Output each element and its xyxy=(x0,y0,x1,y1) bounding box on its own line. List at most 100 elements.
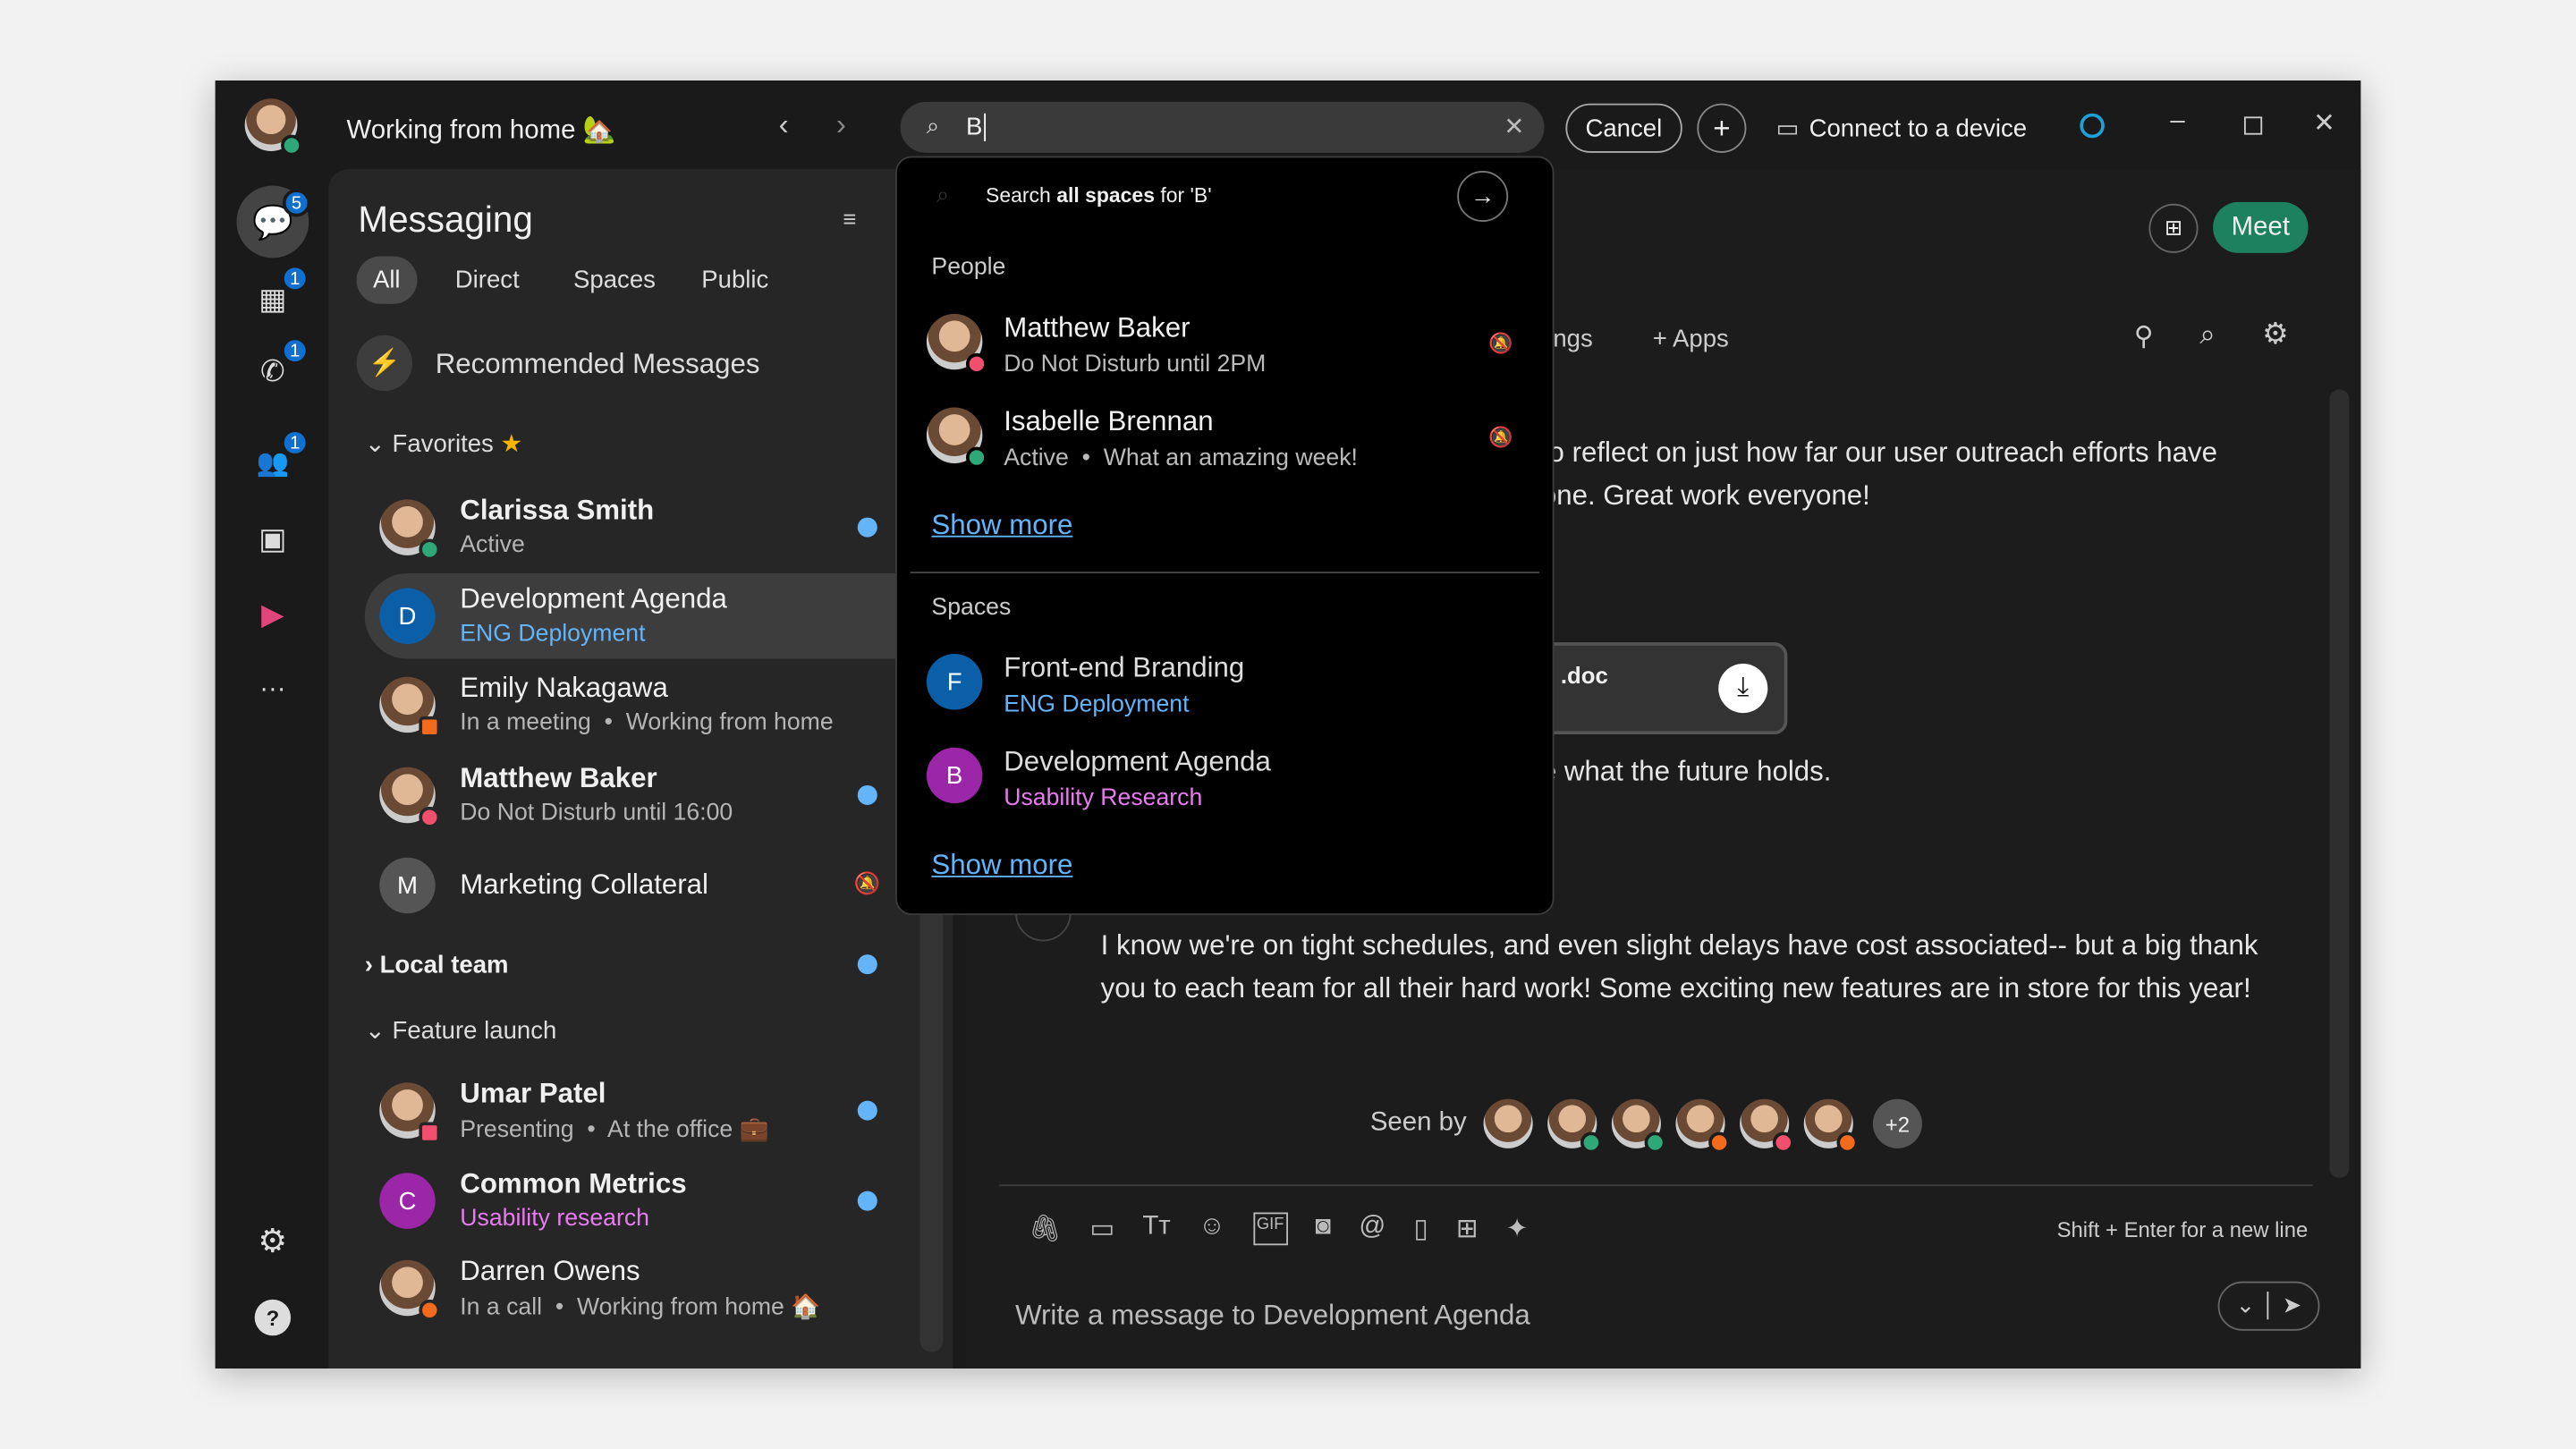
search-dropdown: ⌕ Search all spaces for 'B' → People Mat… xyxy=(895,156,1555,916)
attach-icon[interactable]: 🖇 xyxy=(1029,1213,1062,1246)
seen-avatar xyxy=(1547,1098,1602,1154)
star-icon: ★ xyxy=(500,430,523,459)
avatar xyxy=(926,313,987,375)
search-all-spaces[interactable]: ⌕ Search all spaces for 'B' → xyxy=(897,171,1555,230)
item-sub: In a meeting • Working from home xyxy=(460,709,834,736)
search-result-space[interactable]: B Development Agenda Usability Research xyxy=(897,736,1555,825)
sidebar-scrollbar[interactable] xyxy=(919,892,944,1352)
tab-apps[interactable]: + Apps xyxy=(1653,326,1729,353)
item-sub: Presenting • At the office 💼 xyxy=(460,1116,769,1144)
cancel-button[interactable]: Cancel xyxy=(1565,103,1682,153)
favorites-section[interactable]: ⌄ Favorites ★ xyxy=(365,428,522,458)
minimize-button[interactable]: – xyxy=(2170,106,2184,136)
search-result-space[interactable]: F Front-end Branding ENG Deployment xyxy=(897,642,1555,731)
list-item[interactable]: Darren Owens In a call • Working from ho… xyxy=(365,1245,894,1331)
space-name: Front-end Branding xyxy=(1004,652,1245,684)
recommended-messages[interactable]: ⚡ Recommended Messages xyxy=(356,334,899,393)
tab-direct[interactable]: Direct xyxy=(455,267,520,294)
person-name: Matthew Baker xyxy=(1004,311,1191,343)
add-button[interactable]: + xyxy=(1697,103,1747,153)
sticker-icon[interactable]: ◙ xyxy=(1315,1213,1331,1246)
avatar xyxy=(379,499,441,561)
space-settings-gear-icon[interactable]: ⚙ xyxy=(2262,317,2289,352)
list-item[interactable]: Emily Nakagawa In a meeting • Working fr… xyxy=(365,662,894,748)
unread-badge: 5 xyxy=(282,189,311,217)
close-button[interactable]: ✕ xyxy=(2313,106,2335,140)
forward-arrow-icon[interactable]: › xyxy=(836,108,846,143)
format-text-icon[interactable]: Tт xyxy=(1142,1213,1170,1246)
emoji-icon[interactable]: ☺ xyxy=(1199,1213,1225,1246)
people-show-more-link[interactable]: Show more xyxy=(931,509,1072,542)
tab-meetings[interactable]: ings xyxy=(1547,326,1593,353)
seen-avatar xyxy=(1675,1098,1731,1154)
seen-more-count[interactable]: +2 xyxy=(1872,1098,1922,1148)
search-icon: ⌕ xyxy=(936,181,950,208)
local-team-section[interactable]: › Local team xyxy=(365,951,509,979)
item-sub: Usability research xyxy=(460,1206,649,1233)
search-input[interactable]: ⌕ B ✕ xyxy=(900,101,1545,153)
search-result-person[interactable]: Matthew Baker Do Not Disturb until 2PM 🔕 xyxy=(897,302,1555,391)
ai-sparkle-icon[interactable]: ✦ xyxy=(1506,1213,1529,1246)
avatar: M xyxy=(379,857,436,914)
search-result-person[interactable]: Isabelle Brennan Active • What an amazin… xyxy=(897,396,1555,485)
list-item-selected[interactable]: D Development Agenda ENG Deployment xyxy=(364,573,907,659)
gif-icon[interactable]: GIF xyxy=(1253,1212,1288,1246)
item-name: Marketing Collateral xyxy=(460,869,708,901)
rail-calls[interactable]: ✆ 1 xyxy=(251,336,309,393)
person-status: Active • What an amazing week! xyxy=(1004,445,1358,472)
seen-avatar xyxy=(1740,1098,1794,1154)
tab-public[interactable]: Public xyxy=(701,267,768,294)
spaces-label: Spaces xyxy=(931,594,1012,622)
person-status: Do Not Disturb until 2PM xyxy=(1004,352,1267,378)
user-avatar[interactable] xyxy=(244,98,302,157)
section-label: Feature launch xyxy=(392,1016,557,1046)
app-window: Working from home 🏡 ‹ › ⌕ B ✕ Cancel + ▭… xyxy=(215,80,2361,1368)
item-name: Matthew Baker xyxy=(460,762,657,794)
settings-gear-icon[interactable]: ⚙ xyxy=(251,1219,294,1262)
list-item[interactable]: C Common Metrics Usability research xyxy=(365,1158,894,1244)
meet-button[interactable]: Meet xyxy=(2213,201,2309,253)
rail-teams[interactable]: 👥 1 xyxy=(251,428,309,485)
pinned-icon[interactable]: ⚲ xyxy=(2134,320,2154,353)
list-item[interactable]: Umar Patel Presenting • At the office 💼 xyxy=(365,1068,894,1154)
list-item[interactable]: Clarissa Smith Active xyxy=(365,485,894,571)
feature-launch-section[interactable]: ⌄ Feature launch xyxy=(365,1015,557,1045)
rail-more-icon[interactable]: ··· xyxy=(251,669,294,712)
people-label: People xyxy=(931,254,1006,282)
item-name: Development Agenda xyxy=(460,583,727,614)
item-sub: Do Not Disturb until 16:00 xyxy=(460,800,733,826)
tab-all[interactable]: All xyxy=(356,256,417,304)
whiteboard-icon[interactable]: ▭ xyxy=(1089,1213,1114,1246)
spaces-show-more-link[interactable]: Show more xyxy=(931,850,1072,883)
tab-spaces[interactable]: Spaces xyxy=(573,267,656,294)
webex-assistant-icon[interactable] xyxy=(2080,113,2105,139)
search-space-icon[interactable]: ⌕ xyxy=(2199,318,2216,352)
list-item[interactable]: Matthew Baker Do Not Disturb until 16:00 xyxy=(365,752,894,838)
schedule-meeting-icon[interactable]: ⊞ xyxy=(2148,203,2199,253)
back-arrow-icon[interactable]: ‹ xyxy=(779,108,789,143)
rail-calendar[interactable]: ▦ 1 xyxy=(251,264,309,320)
download-icon[interactable]: ⤓ xyxy=(1718,664,1768,714)
divider xyxy=(910,572,1540,574)
list-item[interactable]: M Marketing Collateral 🔕 xyxy=(365,843,894,928)
send-button[interactable]: ⌄ │ ➤ xyxy=(2217,1281,2320,1331)
avatar: C xyxy=(379,1173,436,1229)
arrow-right-icon[interactable]: → xyxy=(1457,171,1509,222)
filter-icon[interactable]: ≡ xyxy=(843,206,856,232)
rail-vidcast-icon[interactable]: ▶ xyxy=(251,593,294,636)
avatar: D xyxy=(379,588,436,644)
seen-by-label: Seen by xyxy=(1369,1108,1467,1138)
help-icon[interactable]: ? xyxy=(254,1299,292,1336)
rail-contacts[interactable]: ▣ xyxy=(251,518,294,561)
message-scrollbar[interactable] xyxy=(2329,389,2350,1178)
composer-divider xyxy=(998,1184,2314,1187)
composer-input[interactable]: Write a message to Development Agenda xyxy=(1015,1300,1530,1333)
contact-card-icon[interactable]: ▯ xyxy=(1413,1213,1428,1246)
clear-search-icon[interactable]: ✕ xyxy=(1504,112,1524,141)
user-status[interactable]: Working from home 🏡 xyxy=(347,114,616,147)
video-message-icon[interactable]: ⊞ xyxy=(1456,1213,1479,1246)
mention-icon[interactable]: @ xyxy=(1359,1213,1385,1246)
rail-messaging[interactable]: 💬 5 xyxy=(236,185,311,258)
maximize-button[interactable] xyxy=(2243,116,2263,135)
connect-device-button[interactable]: ▭ Connect to a device xyxy=(1776,114,2028,143)
